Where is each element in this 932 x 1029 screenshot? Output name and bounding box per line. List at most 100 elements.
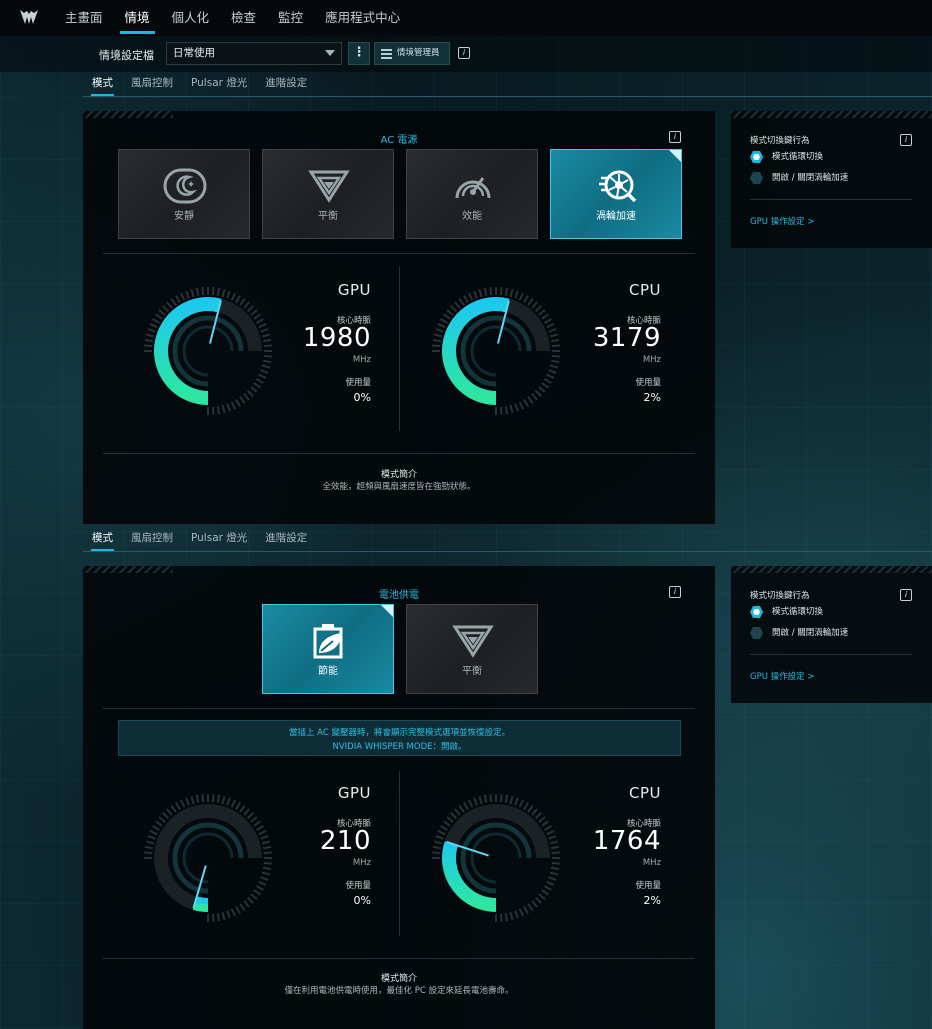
gauge-tick xyxy=(226,910,231,919)
subtab-fan-control[interactable]: 風扇控制 xyxy=(122,527,182,551)
mode-card-performance[interactable]: 效能 xyxy=(406,149,538,239)
gauge-tick xyxy=(499,913,503,922)
mode-label-performance: 效能 xyxy=(462,211,482,222)
profile-manager-button[interactable]: 情境管理員 xyxy=(374,42,450,65)
cpu-usage-label: 使用量 xyxy=(635,378,661,388)
info-icon[interactable]: i xyxy=(458,47,470,59)
mode-description-text: 僅在利用電池供電時使用，最佳化 PC 設定來延長電池壽命。 xyxy=(284,986,514,996)
turbo-mode-icon xyxy=(599,170,637,203)
gauge-tick xyxy=(261,871,271,876)
subtab-mode[interactable]: 模式 xyxy=(83,72,122,96)
gauge-tick xyxy=(175,295,181,304)
more-options-button[interactable]: ⋮ xyxy=(348,42,370,65)
radio-cycle-modes[interactable]: 模式循環切換 xyxy=(750,605,823,619)
gauge-tick xyxy=(253,889,261,896)
mode-card-balanced[interactable]: 平衡 xyxy=(262,149,394,239)
mode-card-balanced[interactable]: 平衡 xyxy=(406,604,538,694)
mode-label-eco: 節能 xyxy=(318,666,338,677)
mode-card-quiet[interactable]: 安靜 xyxy=(118,149,250,239)
info-icon[interactable]: i xyxy=(669,586,681,598)
radio-cycle-modes[interactable]: 模式循環切換 xyxy=(750,150,823,164)
gauge-tick xyxy=(235,802,241,811)
gauge-tick xyxy=(450,305,458,313)
nav-item-monitor[interactable]: 監控 xyxy=(267,0,314,36)
gauge-tick xyxy=(243,393,250,401)
gauge-tick xyxy=(147,835,156,840)
gauge-tick xyxy=(195,287,200,297)
gauge-tick xyxy=(499,406,503,415)
radio-toggle-turbo[interactable]: 開啟 / 關閉渦輪加速 xyxy=(750,171,848,185)
nav-item-personalize[interactable]: 個人化 xyxy=(161,0,221,36)
info-icon[interactable]: i xyxy=(669,131,681,143)
mode-card-eco[interactable]: 節能 xyxy=(262,604,394,694)
gauge-tick xyxy=(550,359,560,364)
gauge-tick xyxy=(518,908,524,917)
cpu-clock-unit: MHz xyxy=(642,355,661,365)
gauge-inner-ring xyxy=(470,325,522,377)
subtab-mode[interactable]: 模式 xyxy=(83,527,122,551)
gauge-tick xyxy=(170,805,177,813)
nav-item-check[interactable]: 檢查 xyxy=(220,0,267,36)
top-nav: 主畫面 情境 個人化 檢查 監控 應用程式中心 xyxy=(0,0,932,36)
whisper-mode-notice: 當插上 AC 變壓器時，將會顯示完整模式選項並恢復設定。 NVIDIA WHIS… xyxy=(118,720,681,756)
subtab-pulsar-lighting[interactable]: Pulsar 燈光 xyxy=(182,527,256,551)
gauge-tick xyxy=(166,808,173,816)
balanced-mode-icon xyxy=(452,625,494,658)
subtab-fan-control[interactable]: 風扇控制 xyxy=(122,72,182,96)
radio-label: 模式循環切換 xyxy=(772,152,824,162)
mode-card-turbo[interactable]: 渦輪加速 xyxy=(550,149,682,239)
gauge-tick xyxy=(483,287,488,297)
battery-section-title: 電池供電 xyxy=(379,590,419,601)
nav-item-scenario[interactable]: 情境 xyxy=(114,0,161,36)
kebab-icon: ⋮ xyxy=(352,45,366,60)
profile-select[interactable]: 日常使用 xyxy=(166,42,342,65)
gauge-tick xyxy=(518,799,524,808)
gauge-tick xyxy=(468,292,474,301)
gauge-tick xyxy=(499,794,503,803)
gauge-tick xyxy=(437,323,446,329)
gauge-tick xyxy=(531,393,538,401)
nav-item-home[interactable]: 主畫面 xyxy=(54,0,114,36)
radio-unselected-icon xyxy=(750,627,763,639)
gauge-tick xyxy=(158,309,166,316)
gauge-tick xyxy=(443,820,451,827)
divider xyxy=(103,453,695,454)
mode-label-quiet: 安靜 xyxy=(174,211,194,222)
gpu-title: GPU xyxy=(337,281,371,299)
subtab-advanced[interactable]: 進階設定 xyxy=(256,527,316,551)
gauge-tick xyxy=(437,830,446,836)
mode-key-behavior-panel: 模式切換鍵行為 i 模式循環切換 開啟 / 關閉渦輪加速 GPU 操作設定 > xyxy=(731,566,932,703)
radio-toggle-turbo[interactable]: 開啟 / 關閉渦輪加速 xyxy=(750,626,848,640)
radio-selected-icon xyxy=(750,151,763,163)
selected-corner-icon xyxy=(669,150,681,162)
gauge-inner-ring xyxy=(182,832,234,884)
gauge-tick xyxy=(258,880,267,886)
mode-description-title: 模式簡介 xyxy=(380,470,417,480)
gauge-tick xyxy=(432,344,441,348)
gauge-tick xyxy=(546,880,555,886)
info-icon[interactable]: i xyxy=(900,589,912,601)
gauge-tick xyxy=(534,389,542,397)
gauge-tick xyxy=(239,805,246,813)
info-icon[interactable]: i xyxy=(900,134,912,146)
gpu-settings-link[interactable]: GPU 操作設定 > xyxy=(750,215,814,227)
gauge-tick xyxy=(158,816,166,823)
gpu-settings-link[interactable]: GPU 操作設定 > xyxy=(750,670,814,682)
gpu-usage-label: 使用量 xyxy=(345,881,371,891)
gauge-tick xyxy=(216,405,221,415)
nav-item-app-center[interactable]: 應用程式中心 xyxy=(314,0,411,36)
gauge-tick xyxy=(435,328,444,333)
gauge-tick xyxy=(531,301,538,309)
radio-label: 開啟 / 關閉渦輪加速 xyxy=(772,173,849,183)
gauge-value-arc xyxy=(192,896,209,912)
gauge-tick xyxy=(518,401,524,410)
gauge-tick xyxy=(230,292,236,301)
subtab-pulsar-lighting[interactable]: Pulsar 燈光 xyxy=(182,72,256,96)
subtab-advanced[interactable]: 進階設定 xyxy=(256,72,316,96)
list-icon xyxy=(381,49,392,59)
gauge-tick xyxy=(458,805,465,813)
gauge-tick xyxy=(162,812,170,820)
gauge-tick xyxy=(155,820,163,827)
gauge-tick xyxy=(226,403,231,412)
mode-description-text: 全效能，超頻與風扇速度皆在強勁狀態。 xyxy=(322,482,476,492)
